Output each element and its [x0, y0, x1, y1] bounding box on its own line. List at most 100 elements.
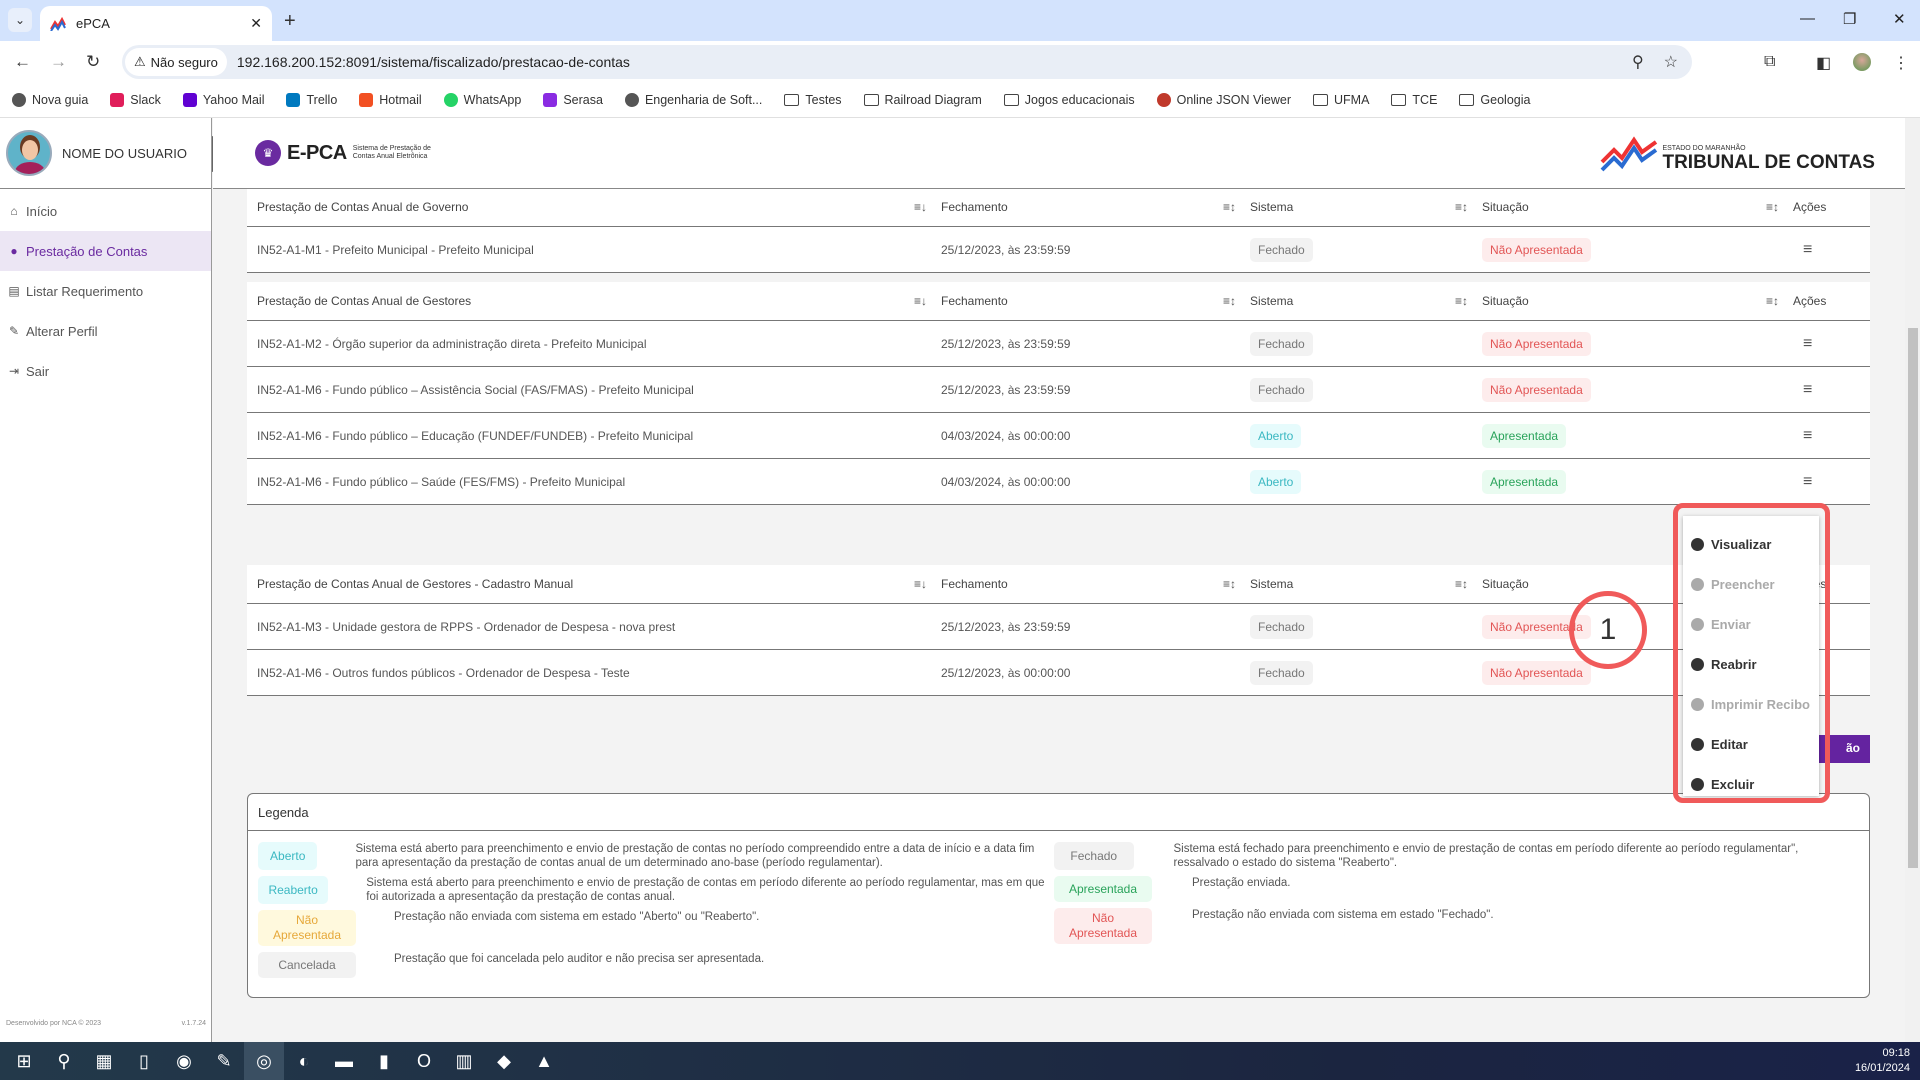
sort-icon[interactable]: ≡↕	[1455, 200, 1468, 214]
bookmark-item[interactable]: Serasa	[543, 92, 603, 107]
bookmark-item[interactable]: WhatsApp	[443, 92, 521, 107]
extensions-icon[interactable]: ⧉	[1764, 53, 1775, 71]
bookmark-item[interactable]: TCE	[1391, 93, 1437, 107]
bookmark-item[interactable]: Online JSON Viewer	[1156, 92, 1291, 107]
column-header-fechamento[interactable]: Fechamento ≡↕	[941, 200, 1250, 214]
bookmark-item[interactable]: Trello	[286, 92, 337, 107]
actions-menu-icon[interactable]: ≡	[1793, 473, 1812, 491]
row-name-text: IN52-A1-M6 - Fundo público – Saúde (FES/…	[257, 474, 626, 489]
minimize-icon[interactable]: —	[1800, 10, 1815, 27]
column-header-name[interactable]: Prestação de Contas Anual de Gestores ≡↓	[247, 294, 941, 308]
browser-menu-icon[interactable]: ⋮	[1893, 53, 1909, 73]
paint-icon[interactable]: ✎	[204, 1042, 244, 1080]
sort-desc-icon[interactable]: ≡↓	[914, 577, 927, 591]
folder-icon	[1391, 93, 1407, 106]
column-header-name[interactable]: Prestação de Contas Anual de Governo ≡↓	[247, 200, 941, 214]
sort-icon[interactable]: ≡↕	[1223, 577, 1236, 591]
column-header-name[interactable]: Prestação de Contas Anual de Gestores - …	[247, 577, 941, 591]
bookmark-item[interactable]: Hotmail	[359, 92, 422, 107]
column-header-fechamento[interactable]: Fechamento ≡↕	[941, 294, 1250, 308]
tab-search-button[interactable]: ⌄	[8, 8, 32, 32]
app-installer-icon[interactable]: ▲	[524, 1042, 564, 1080]
closing-date-text: 25/12/2023, às 23:59:59	[941, 336, 1071, 351]
sort-icon[interactable]: ≡↕	[1223, 200, 1236, 214]
address-bar[interactable]: ⚠ Não seguro 192.168.200.152:8091/sistem…	[122, 45, 1692, 79]
actions-menu-icon[interactable]: ≡	[1793, 381, 1812, 399]
sidebar: NOME DO USUARIO ⌂ Início ● Prestação de Con…	[0, 118, 212, 1042]
sort-icon[interactable]: ≡↕	[1455, 294, 1468, 308]
bookmark-item[interactable]: Yahoo Mail	[182, 92, 264, 107]
sort-icon[interactable]: ≡↕	[1223, 294, 1236, 308]
sort-icon[interactable]: ≡↕	[1455, 577, 1468, 591]
column-header-label: Fechamento	[941, 294, 1008, 308]
bookmark-item[interactable]: Testes	[784, 93, 842, 107]
url-text[interactable]: 192.168.200.152:8091/sistema/fiscalizado…	[237, 54, 630, 70]
bookmark-item[interactable]: Geologia	[1459, 93, 1530, 107]
column-header-label: Situação	[1482, 577, 1529, 591]
opera-icon[interactable]: O	[404, 1042, 444, 1080]
new-tab-button[interactable]: +	[284, 10, 296, 33]
bookmark-item[interactable]: Jogos educacionais	[1003, 93, 1135, 107]
restore-icon[interactable]: ❐	[1843, 10, 1856, 28]
system-clock[interactable]: 09:18 16/01/2024	[1855, 1046, 1910, 1076]
notepad-icon[interactable]: ▯	[124, 1042, 164, 1080]
situation-badge: Não Apresentada	[1482, 660, 1591, 685]
microsoft-icon	[359, 92, 374, 107]
bookmarks-bar: Nova guia Slack Yahoo Mail Trello Hotmail Wha…	[0, 82, 1920, 118]
reload-icon[interactable]: ↻	[86, 52, 100, 72]
close-tab-icon[interactable]: ✕	[250, 15, 262, 32]
menu-item-visualizar[interactable]: Visualizar	[1683, 524, 1819, 564]
sidebar-item-inicio[interactable]: ⌂ Início	[0, 191, 211, 231]
calculator-icon[interactable]: ▥	[444, 1042, 484, 1080]
close-window-icon[interactable]: ✕	[1893, 10, 1906, 28]
column-header-fechamento[interactable]: Fechamento ≡↕	[941, 577, 1250, 591]
column-header-situacao[interactable]: Situação ≡↕	[1482, 200, 1793, 214]
bookmark-item[interactable]: Railroad Diagram	[863, 93, 982, 107]
bookmark-item[interactable]: Engenharia de Soft...	[624, 92, 762, 107]
terminal-icon[interactable]: ▮	[364, 1042, 404, 1080]
sort-desc-icon[interactable]: ≡↓	[914, 294, 927, 308]
sidebar-item-listar-requerimento[interactable]: ▤ Listar Requerimento	[0, 271, 211, 311]
row-system-status: Fechado	[1250, 377, 1482, 402]
column-header-situacao[interactable]: Situação ≡↕	[1482, 294, 1793, 308]
bookmark-star-icon[interactable]: ☆	[1664, 52, 1678, 72]
task-view-icon[interactable]: ▦	[84, 1042, 124, 1080]
back-icon[interactable]: ←	[14, 52, 31, 72]
file-explorer-icon[interactable]: ▬	[324, 1042, 364, 1080]
sidebar-item-sair[interactable]: ⇥ Sair	[0, 351, 211, 391]
column-header-label: Situação	[1482, 200, 1529, 214]
side-panel-icon[interactable]: ◧	[1816, 53, 1831, 73]
start-icon[interactable]: ⊞	[4, 1042, 44, 1080]
bookmark-item[interactable]: Nova guia	[12, 92, 88, 107]
security-chip[interactable]: ⚠ Não seguro	[125, 48, 227, 76]
zoom-icon[interactable]: ⚲	[1632, 52, 1644, 72]
page-scrollbar[interactable]	[1905, 118, 1920, 1042]
actions-menu-icon[interactable]: ≡	[1793, 241, 1812, 259]
menu-item-excluir[interactable]: Excluir	[1683, 764, 1819, 804]
anydesk-icon[interactable]: ◆	[484, 1042, 524, 1080]
firefox-icon[interactable]: ◐	[284, 1042, 324, 1080]
scroll-thumb[interactable]	[1908, 328, 1918, 868]
column-header-sistema[interactable]: Sistema ≡↕	[1250, 200, 1482, 214]
actions-menu-icon[interactable]: ≡	[1793, 335, 1812, 353]
chrome-icon[interactable]: ◎	[244, 1042, 284, 1080]
sidebar-item-alterar-perfil[interactable]: ✎ Alterar Perfil	[0, 311, 211, 351]
sort-icon[interactable]: ≡↕	[1766, 200, 1779, 214]
sidebar-item-prestacao-de-contas[interactable]: ● Prestação de Contas	[0, 231, 211, 271]
search-icon[interactable]: ⚲	[44, 1042, 84, 1080]
profile-avatar[interactable]	[1853, 53, 1871, 76]
row-situation: Não Apresentada	[1482, 237, 1793, 262]
menu-item-reabrir[interactable]: Reabrir	[1683, 644, 1819, 684]
bookmark-item[interactable]: UFMA	[1313, 93, 1369, 107]
forward-icon[interactable]: →	[50, 52, 67, 72]
sort-icon[interactable]: ≡↕	[1766, 294, 1779, 308]
menu-item-label: Excluir	[1711, 776, 1755, 792]
sort-desc-icon[interactable]: ≡↓	[914, 200, 927, 214]
app-icon[interactable]: ◉	[164, 1042, 204, 1080]
actions-menu-icon[interactable]: ≡	[1793, 427, 1812, 445]
column-header-sistema[interactable]: Sistema ≡↕	[1250, 577, 1482, 591]
browser-tab[interactable]: ePCA ✕	[40, 6, 272, 41]
menu-item-editar[interactable]: Editar	[1683, 724, 1819, 764]
column-header-sistema[interactable]: Sistema ≡↕	[1250, 294, 1482, 308]
bookmark-item[interactable]: Slack	[110, 92, 161, 107]
